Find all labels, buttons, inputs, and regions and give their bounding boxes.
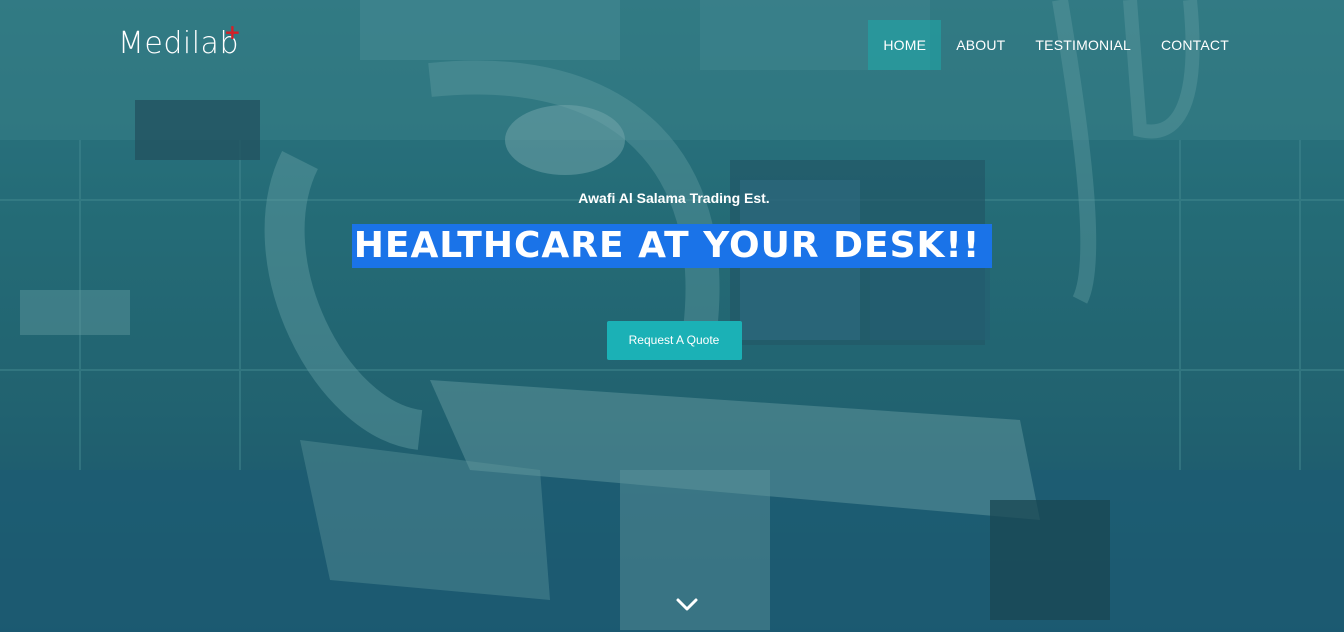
request-quote-button[interactable]: Request A Quote [606, 321, 742, 360]
nav-item-about[interactable]: ABOUT [941, 20, 1020, 70]
nav-item-home[interactable]: HOME [868, 20, 942, 70]
brand-plus-icon: + [224, 20, 242, 44]
brand-logo[interactable]: Medilab + [118, 20, 242, 64]
main-nav: HOME ABOUT TESTIMONIAL CONTACT [868, 20, 1244, 70]
nav-item-testimonial[interactable]: TESTIMONIAL [1020, 20, 1146, 70]
chevron-down-icon[interactable] [674, 594, 700, 614]
hero-overlay [0, 0, 1344, 632]
nav-item-contact[interactable]: CONTACT [1146, 20, 1244, 70]
hero-headline: HEALTHCARE AT YOUR DESK!! [351, 224, 993, 268]
brand-name: Medilab [118, 26, 239, 61]
company-name: Awafi Al Salama Trading Est. [0, 190, 1344, 206]
headline-container: HEALTHCARE AT YOUR DESK!! [0, 224, 1344, 268]
company-name-text: Awafi Al Salama Trading Est. [578, 190, 770, 206]
hero-section: Medilab + HOME ABOUT TESTIMONIAL CONTACT… [0, 0, 1344, 632]
cta-container: Request A Quote [0, 321, 1344, 360]
